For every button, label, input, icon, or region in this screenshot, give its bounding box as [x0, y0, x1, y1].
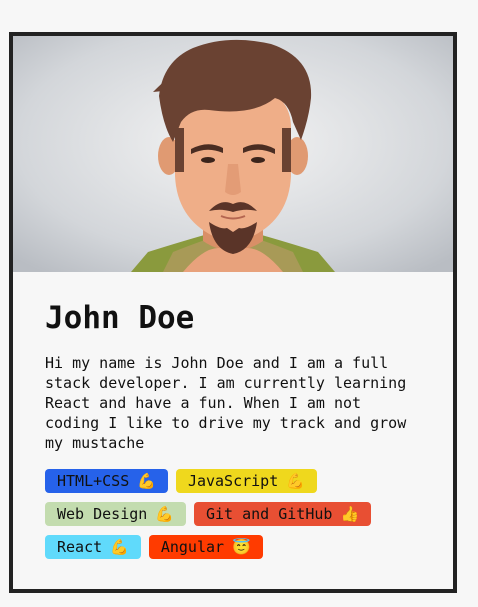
skill-list: HTML+CSS 💪 JavaScript 💪 Web Design 💪 Git… — [45, 469, 415, 568]
flexed-biceps-icon: 💪 — [155, 504, 174, 523]
profile-name: John Doe — [45, 300, 195, 336]
skill-label: JavaScript — [187, 472, 279, 490]
skill-label: Angular — [160, 538, 225, 556]
skill-label: Git and GitHub — [206, 505, 333, 523]
skill-badge-git-and-github[interactable]: Git and GitHub 👍 — [194, 502, 372, 526]
skill-badge-web-design[interactable]: Web Design 💪 — [45, 502, 186, 526]
profile-card: John Doe Hi my name is John Doe and I am… — [9, 32, 457, 593]
thumbs-up-icon: 👍 — [340, 504, 360, 523]
skill-label: HTML+CSS — [57, 472, 130, 490]
skill-badge-html-css[interactable]: HTML+CSS 💪 — [45, 469, 168, 493]
smiling-face-with-halo-icon: 😇 — [232, 537, 251, 556]
profile-content: John Doe Hi my name is John Doe and I am… — [45, 298, 425, 568]
skill-badge-react[interactable]: React 💪 — [45, 535, 141, 559]
flexed-biceps-icon: 💪 — [286, 471, 305, 490]
avatar-illustration — [13, 36, 453, 272]
skill-badge-javascript[interactable]: JavaScript 💪 — [175, 469, 317, 493]
profile-intro: Hi my name is John Doe and I am a full s… — [45, 354, 407, 452]
flexed-biceps-icon: 💪 — [137, 471, 156, 490]
avatar — [13, 36, 453, 272]
skill-label: React — [57, 538, 103, 556]
skill-badge-angular[interactable]: Angular 😇 — [148, 535, 263, 559]
skill-label: Web Design — [57, 505, 148, 523]
flexed-biceps-icon: 💪 — [110, 537, 129, 556]
